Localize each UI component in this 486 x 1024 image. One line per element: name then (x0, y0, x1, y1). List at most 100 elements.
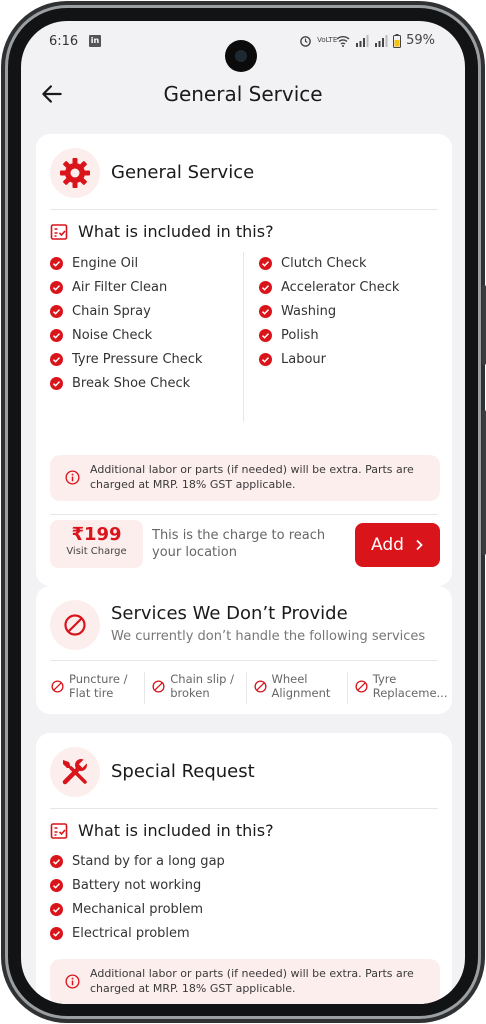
check-circle-icon (259, 304, 272, 318)
ban-icon (355, 680, 368, 693)
wifi-icon (336, 35, 350, 47)
check-circle-icon (259, 256, 272, 270)
add-button[interactable]: Add (355, 523, 440, 567)
check-circle-icon (259, 328, 272, 342)
list-item-label: Puncture / Flat tire (69, 672, 128, 700)
list-item-label: Wheel Alignment (271, 672, 331, 700)
list-item: Chain Spray (50, 299, 202, 323)
ban-icon-circle (50, 600, 100, 650)
list-item-label: Mechanical problem (72, 901, 204, 917)
not-provided-list: Puncture / Flat tire Chain slip / broken… (44, 672, 448, 704)
visit-charge-box: ₹199 Visit Charge (50, 520, 143, 568)
signal-icon (356, 34, 369, 47)
card-title: General Service (111, 162, 255, 183)
list-item-label: Air Filter Clean (72, 279, 168, 295)
list-item: Polish (259, 323, 399, 347)
volte-label: VoLTE (317, 36, 338, 44)
card-title: Services We Don’t Provide (111, 603, 348, 624)
list-item-label: Tyre Pressure Check (72, 351, 203, 367)
linkedin-icon: in (89, 35, 101, 47)
list-item: Noise Check (50, 323, 202, 347)
list-item: Wheel Alignment (245, 672, 347, 704)
check-circle-icon (50, 304, 63, 318)
list-item-label: Break Shoe Check (72, 375, 191, 391)
check-circle-icon (50, 902, 63, 916)
card-title: Special Request (111, 761, 255, 782)
check-circle-icon (50, 280, 63, 294)
card-subtitle: We currently don’t handle the following … (111, 629, 426, 644)
extra-charges-note: Additional labor or parts (if needed) wi… (50, 455, 440, 501)
divider (50, 808, 438, 809)
info-icon (65, 470, 80, 485)
power-button (482, 410, 486, 555)
check-circle-icon (50, 328, 63, 342)
list-item: Chain slip / broken (144, 672, 245, 704)
divider (50, 514, 438, 515)
list-item: Mechanical problem (50, 897, 225, 921)
list-item-label: Chain Spray (72, 303, 151, 319)
divider (50, 209, 438, 210)
included-heading: What is included in this? (50, 821, 274, 840)
add-button-label: Add (371, 535, 404, 555)
list-item: Accelerator Check (259, 275, 399, 299)
checklist-icon (50, 822, 68, 839)
page-title: General Service (163, 82, 323, 106)
special-request-card: Special Request What is included in this… (36, 733, 452, 1004)
list-item-label: Washing (281, 303, 337, 319)
check-circle-icon (50, 352, 63, 366)
battery-icon (393, 33, 402, 48)
ban-icon (64, 614, 86, 636)
alarm-icon (300, 36, 311, 47)
column-divider (243, 252, 244, 422)
list-item: Electrical problem (50, 921, 225, 945)
price-amount: ₹199 (71, 524, 122, 545)
extra-charges-note: Additional labor or parts (if needed) wi… (50, 959, 440, 1004)
battery-percent: 59% (406, 33, 435, 48)
tools-icon-circle (50, 747, 100, 797)
list-item-label: Noise Check (72, 327, 153, 343)
ban-icon (51, 680, 64, 693)
note-text: Additional labor or parts (if needed) wi… (90, 463, 414, 491)
check-circle-icon (50, 878, 63, 892)
info-icon (65, 974, 80, 989)
status-time: 6:16 (49, 34, 79, 49)
signal-icon-2 (375, 34, 388, 47)
list-item: Labour (259, 347, 399, 371)
ban-icon (253, 680, 267, 693)
list-item-label: Battery not working (72, 877, 202, 893)
check-circle-icon (50, 376, 63, 390)
note-text: Additional labor or parts (if needed) wi… (90, 967, 414, 995)
general-service-card: General Service What is included in this… (36, 134, 452, 586)
included-list-right: Clutch Check Accelerator Check Washing P… (259, 251, 399, 371)
tools-icon (62, 759, 88, 785)
not-provided-card: Services We Don’t Provide We currently d… (36, 586, 452, 714)
check-circle-icon (50, 854, 63, 868)
service-icon-circle (50, 148, 100, 198)
check-circle-icon (259, 352, 272, 366)
special-request-list: Stand by for a long gap Battery not work… (50, 849, 225, 945)
included-heading: What is included in this? (50, 222, 274, 241)
volume-button (482, 285, 486, 365)
chevron-right-icon (416, 539, 423, 551)
screen: 6:16 in VoLTE 59% General Service Genera… (21, 21, 465, 1004)
check-circle-icon (50, 256, 63, 270)
check-circle-icon (50, 926, 63, 940)
list-item: Tyre Replaceme... (346, 672, 448, 704)
list-item: Puncture / Flat tire (44, 672, 144, 704)
list-item-label: Chain slip / broken (170, 672, 234, 700)
list-item: Washing (259, 299, 399, 323)
list-item-label: Accelerator Check (281, 279, 400, 295)
included-list-left: Engine Oil Air Filter Clean Chain Spray … (50, 251, 202, 395)
front-camera (225, 40, 257, 72)
app-header: General Service (21, 73, 465, 117)
list-item-label: Labour (281, 351, 326, 367)
list-item: Tyre Pressure Check (50, 347, 202, 371)
included-heading-text: What is included in this? (78, 821, 274, 840)
list-item-label: Tyre Replaceme... (372, 672, 448, 700)
list-item-label: Electrical problem (72, 925, 190, 941)
checklist-icon (50, 223, 68, 240)
ban-icon (152, 680, 165, 693)
list-item-label: Clutch Check (281, 255, 367, 271)
price-label: Visit Charge (66, 546, 127, 557)
list-item-label: Stand by for a long gap (72, 853, 225, 869)
